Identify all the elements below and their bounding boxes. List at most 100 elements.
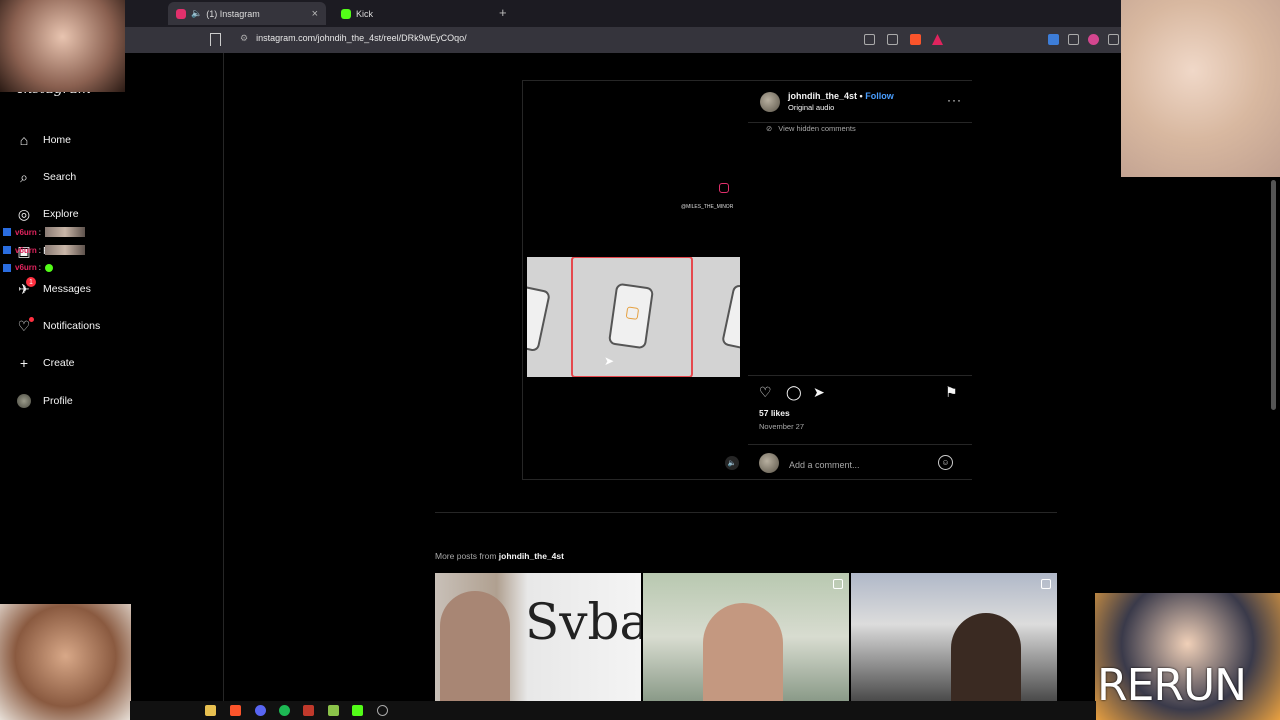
more-posts-heading: More posts from johndih_the_4st xyxy=(435,551,564,561)
instagram-watermark-icon xyxy=(719,183,729,193)
home-icon: ⌂ xyxy=(19,132,29,148)
sidebar-item-label: Notifications xyxy=(43,320,101,332)
hidden-comments-label: View hidden comments xyxy=(778,124,856,133)
view-hidden-comments[interactable]: ⊘ View hidden comments xyxy=(766,124,856,133)
chat-emote xyxy=(45,245,86,255)
search-icon: ⌕ xyxy=(20,168,28,185)
save-icon[interactable]: ⚑ xyxy=(945,384,958,401)
tab-kick[interactable]: Kick xyxy=(333,2,493,25)
mouse-cursor-icon: ➤ xyxy=(604,354,615,368)
chat-username: v6urn xyxy=(15,227,37,237)
sidebar-item-label: Search xyxy=(43,171,77,183)
post-date: November 27 xyxy=(759,422,805,431)
profile-avatar-icon xyxy=(16,393,32,409)
phone-illustration xyxy=(527,283,552,353)
sidebar-item-profile[interactable]: Profile xyxy=(16,391,73,411)
more-options-icon[interactable]: ··· xyxy=(947,93,962,107)
post-thumbnail[interactable] xyxy=(851,573,1057,701)
sidebar-item-search[interactable]: ⌕ Search xyxy=(16,167,76,187)
kick-icon[interactable] xyxy=(352,705,363,716)
likes-count[interactable]: 57 likes xyxy=(759,408,790,418)
webcam-overlay xyxy=(0,0,125,92)
chat-message: v6urn : xyxy=(3,227,86,237)
heart-icon: ♡ xyxy=(16,317,34,334)
webcam-overlay xyxy=(1121,0,1280,177)
sidebar-item-notifications[interactable]: ♡ Notifications xyxy=(16,316,100,336)
notification-dot xyxy=(29,317,34,322)
address-bar: ⚙ instagram.com/johndih_the_4st/reel/DRk9… xyxy=(0,27,1280,53)
app-icon[interactable] xyxy=(303,705,314,716)
browser-tab-bar: 🔈 (1) Instagram × Kick + xyxy=(0,0,1280,27)
thumbnail-face xyxy=(440,591,510,701)
sidebar-item-label: Home xyxy=(43,134,72,146)
sidebar-item-messages[interactable]: ✈ 1 Messages xyxy=(16,277,91,299)
new-tab-button[interactable]: + xyxy=(499,5,507,20)
instagram-icon xyxy=(176,8,186,19)
highlight-frame xyxy=(571,257,693,377)
brave-icon[interactable] xyxy=(230,705,241,716)
video-frame xyxy=(527,257,740,377)
unread-badge: 1 xyxy=(26,277,36,287)
spotify-icon[interactable] xyxy=(279,705,290,716)
url-field[interactable]: ⚙ instagram.com/johndih_the_4st/reel/DRk9… xyxy=(240,33,467,44)
sidebar-item-label: Profile xyxy=(43,395,73,407)
sidebar-item-explore[interactable]: ◎ Explore xyxy=(16,204,79,224)
like-icon[interactable]: ♡ xyxy=(759,384,772,401)
post-thumbnail[interactable] xyxy=(643,573,849,701)
phone-illustration xyxy=(720,283,740,353)
reel-video[interactable]: @MILES_THE_MINOR ➤ 🔈 xyxy=(523,81,748,479)
notepad-icon[interactable] xyxy=(328,705,339,716)
site-info-icon[interactable]: ⚙ xyxy=(240,33,248,43)
puzzle-icon[interactable] xyxy=(1108,34,1119,45)
chat-message: v6urn : xyxy=(3,245,86,255)
follow-button[interactable]: Follow xyxy=(865,91,894,101)
sidebar-item-home[interactable]: ⌂ Home xyxy=(16,130,71,150)
bookmark-icon[interactable] xyxy=(210,33,221,46)
download-icon[interactable] xyxy=(1048,34,1059,45)
settings-icon[interactable] xyxy=(377,705,388,716)
chat-text: : xyxy=(38,245,42,255)
chat-emote xyxy=(45,227,86,237)
brave-shield-icon[interactable] xyxy=(910,34,921,45)
author-line: johndih_the_4st • Follow xyxy=(788,91,894,101)
emoji-icon[interactable]: ☺ xyxy=(938,455,953,470)
comment-box: Add a comment... ☺ xyxy=(748,444,972,480)
reel-icon xyxy=(833,579,843,589)
sidebar-item-label: Explore xyxy=(43,208,79,220)
extension-icon[interactable] xyxy=(1068,34,1079,45)
rerun-label: RERUN xyxy=(1097,660,1247,711)
chat-badge-icon xyxy=(3,263,11,272)
close-tab-icon[interactable]: × xyxy=(312,8,318,20)
sidebar-item-label: Messages xyxy=(43,283,91,295)
folder-icon[interactable] xyxy=(205,705,216,716)
extension-icon[interactable] xyxy=(1088,34,1099,45)
separator: • xyxy=(859,91,863,101)
sidebar-item-label: Create xyxy=(43,357,75,369)
tab-instagram[interactable]: 🔈 (1) Instagram × xyxy=(168,2,326,25)
audio-link[interactable]: Original audio xyxy=(788,103,834,112)
author-username[interactable]: johndih_the_4st xyxy=(788,91,857,101)
share-icon[interactable]: ➤ xyxy=(813,384,825,401)
discord-icon[interactable] xyxy=(255,705,266,716)
comment-icon[interactable]: ◯ xyxy=(786,384,802,401)
post-thumbnail[interactable]: Svbau xyxy=(435,573,641,701)
comment-input[interactable]: Add a comment... xyxy=(789,460,860,470)
chat-badge-icon xyxy=(3,228,11,236)
brave-rewards-icon[interactable] xyxy=(932,34,943,45)
more-posts-prefix: More posts from xyxy=(435,551,497,561)
tab-label: (1) Instagram xyxy=(206,8,260,19)
post-actions: ♡ ◯ ➤ ⚑ 57 likes November 27 Add a comme… xyxy=(748,375,972,479)
share-icon[interactable] xyxy=(887,34,898,45)
video-watermark: @MILES_THE_MINOR xyxy=(681,204,734,210)
cast-icon[interactable] xyxy=(864,34,875,45)
author-avatar[interactable] xyxy=(760,92,780,112)
thumbnail-art: Svbau xyxy=(525,593,641,651)
post-sidebar: johndih_the_4st • Follow Original audio … xyxy=(748,81,972,479)
plus-icon: + xyxy=(19,355,29,371)
sidebar-item-create[interactable]: + Create xyxy=(16,353,75,373)
more-posts-username[interactable]: johndih_the_4st xyxy=(499,551,564,561)
messages-icon: ✈ 1 xyxy=(16,277,36,297)
chat-username: v6urn xyxy=(15,263,37,272)
mute-button[interactable]: 🔈 xyxy=(725,456,739,470)
scrollbar[interactable] xyxy=(1271,180,1276,410)
